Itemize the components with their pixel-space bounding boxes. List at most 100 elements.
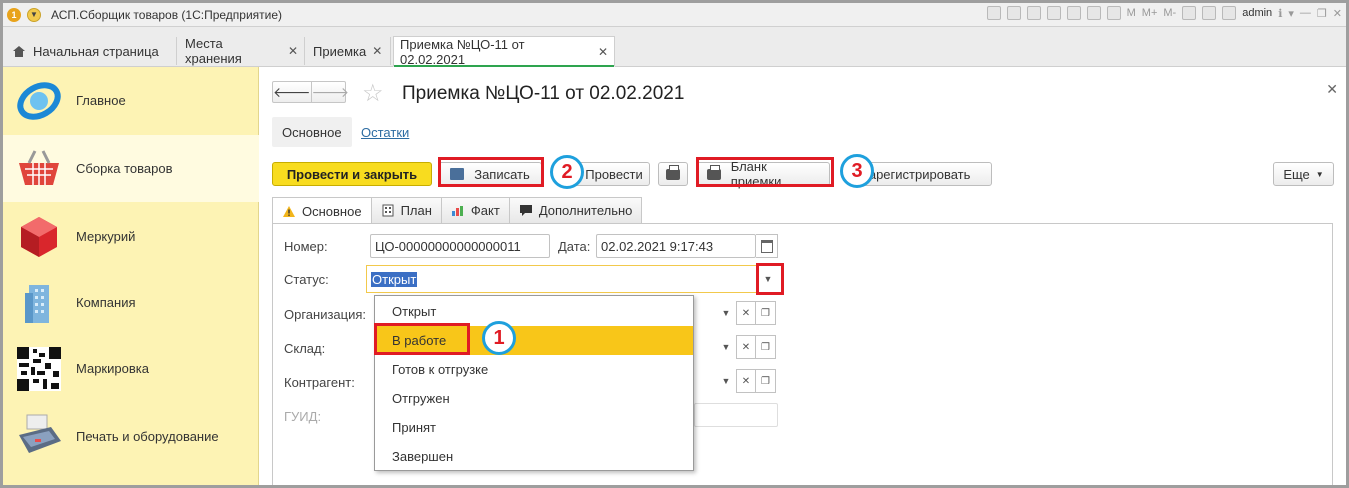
sidebar-item-label: Главное	[76, 93, 126, 108]
status-label: Статус:	[284, 272, 329, 287]
close-icon[interactable]: ✕	[372, 44, 382, 58]
restore-button[interactable]: ❐	[1317, 7, 1327, 20]
contractor-label: Контрагент:	[284, 375, 355, 390]
list-item[interactable]: Принят	[375, 413, 693, 442]
chevron-down-icon[interactable]: ▼	[716, 369, 736, 393]
form-tab-main[interactable]: Основное	[272, 197, 372, 224]
titlebar-tools: M M+ M- admin ℹ ▾ — ❐ ✕	[986, 6, 1342, 20]
list-item[interactable]: Готов к отгрузке	[375, 355, 693, 384]
open-icon[interactable]: ❐	[756, 335, 776, 359]
section-tab-main[interactable]: Основное	[272, 117, 352, 147]
chevron-down-icon: ▼	[1315, 169, 1324, 179]
warehouse-label: Склад:	[284, 341, 326, 356]
page-title: Приемка №ЦО-11 от 02.02.2021	[402, 83, 685, 104]
printer-icon	[666, 164, 680, 180]
sidebar-item-label: Печать и оборудование	[76, 429, 219, 444]
basket-icon	[19, 149, 59, 185]
favorite-star-icon[interactable]: ☆	[362, 79, 384, 108]
sidebar-item-main[interactable]: Главное	[3, 67, 259, 134]
window-title: АСП.Сборщик товаров (1С:Предприятие)	[51, 7, 283, 22]
form-tab-label: Дополнительно	[538, 203, 633, 218]
form-tabs: Основное План Факт Дополнительно	[272, 197, 643, 224]
clear-icon[interactable]: ✕	[736, 301, 756, 325]
sidebar-item-mercury[interactable]: Меркурий	[3, 203, 259, 270]
tab-receipt-document[interactable]: Приемка №ЦО-11 от 02.02.2021 ✕	[393, 36, 615, 67]
guid-label: ГУИД:	[284, 409, 322, 424]
chevron-down-icon[interactable]: ▼	[716, 301, 736, 325]
memory-button[interactable]: M	[1127, 7, 1136, 19]
info-icon[interactable]: ℹ	[1278, 7, 1282, 20]
panels-icon[interactable]	[1202, 6, 1217, 20]
form-tab-additional[interactable]: Дополнительно	[508, 197, 643, 223]
tab-label: Приемка №ЦО-11 от 02.02.2021	[400, 36, 525, 67]
open-windows-bar: Начальная страница Места хранения ✕ Прие…	[3, 27, 1346, 67]
globe-icon	[17, 81, 61, 120]
list-item[interactable]: Завершен	[375, 442, 693, 471]
settings-chevron-icon[interactable]: ▾	[1288, 7, 1294, 20]
print-icon[interactable]	[1006, 6, 1021, 20]
list-item[interactable]: Открыт	[375, 297, 693, 326]
forward-arrow-icon[interactable]: 🡒	[312, 82, 350, 102]
form-tab-label: План	[400, 203, 432, 218]
close-form-icon[interactable]: ✕	[1326, 81, 1338, 98]
close-icon[interactable]: ✕	[598, 45, 608, 59]
memory-plus-button[interactable]: M+	[1142, 7, 1158, 19]
sidebar-item-goods-assembly[interactable]: Сборка товаров	[3, 135, 259, 202]
annotation-box-save	[438, 157, 544, 187]
link-icon[interactable]	[1066, 6, 1081, 20]
sidebar-item-company[interactable]: Компания	[3, 269, 259, 336]
section-tab-remains[interactable]: Остатки	[361, 117, 409, 147]
qr-code-icon	[17, 346, 61, 391]
register-label: Зарегистрировать	[861, 166, 971, 182]
upload-icon[interactable]	[1046, 6, 1061, 20]
memory-minus-button[interactable]: M-	[1163, 7, 1176, 19]
sidebar-item-marking[interactable]: Маркировка	[3, 335, 259, 402]
chevron-down-icon[interactable]: ▼	[716, 335, 736, 359]
more-button[interactable]: Еще ▼	[1273, 162, 1334, 186]
user-name[interactable]: admin	[1242, 7, 1272, 19]
annotation-box-receipt-form	[696, 157, 834, 187]
register-button[interactable]: Зарегистрировать	[860, 162, 992, 186]
calculator-icon[interactable]	[1086, 6, 1101, 20]
more-label: Еще	[1283, 166, 1310, 182]
building-plan-icon	[382, 204, 394, 217]
status-select[interactable]: Открыт	[366, 265, 784, 293]
tab-label: Начальная страница	[33, 43, 159, 59]
tab-home[interactable]: Начальная страница	[7, 37, 177, 65]
home-icon	[13, 45, 25, 57]
date-label: Дата:	[558, 239, 591, 254]
guid-field	[694, 403, 778, 427]
open-icon[interactable]: ❐	[756, 369, 776, 393]
sidebar-item-label: Маркировка	[76, 361, 149, 376]
sidebar-item-print-equipment[interactable]: Печать и оборудование	[3, 403, 259, 470]
warning-icon	[283, 205, 295, 217]
form-tab-label: Основное	[302, 203, 362, 219]
preview-icon[interactable]	[1026, 6, 1041, 20]
open-icon[interactable]: ❐	[756, 301, 776, 325]
status-value: Открыт	[371, 271, 418, 287]
form-tab-plan[interactable]: План	[370, 197, 442, 223]
sidebar-item-label: Компания	[76, 295, 136, 310]
main-menu-icon[interactable]: ▼	[27, 7, 41, 22]
number-field[interactable]: ЦО-00000000000000011	[370, 234, 550, 258]
history-nav: 🡐 🡒	[272, 81, 349, 103]
form-tab-fact[interactable]: Факт	[440, 197, 510, 223]
close-icon[interactable]: ✕	[288, 44, 298, 58]
tab-storage-places[interactable]: Места хранения ✕	[179, 36, 305, 66]
clear-icon[interactable]: ✕	[736, 335, 756, 359]
tab-receipts[interactable]: Приемка ✕	[307, 37, 391, 65]
sidebar-item-label: Сборка товаров	[76, 161, 173, 176]
clear-icon[interactable]: ✕	[736, 369, 756, 393]
list-item[interactable]: Отгружен	[375, 384, 693, 413]
post-and-close-button[interactable]: Провести и закрыть	[272, 162, 432, 186]
form-tab-label: Факт	[470, 203, 500, 218]
save-icon[interactable]	[986, 6, 1001, 20]
print-button[interactable]	[658, 162, 688, 186]
calendar-icon[interactable]	[1106, 6, 1121, 20]
zoom-icon[interactable]	[1182, 6, 1197, 20]
minimize-button[interactable]: —	[1300, 7, 1311, 19]
back-arrow-icon[interactable]: 🡐	[273, 82, 312, 102]
calendar-icon[interactable]	[756, 234, 778, 258]
close-window-button[interactable]: ✕	[1333, 7, 1342, 20]
date-field[interactable]: 02.02.2021 9:17:43	[596, 234, 756, 258]
